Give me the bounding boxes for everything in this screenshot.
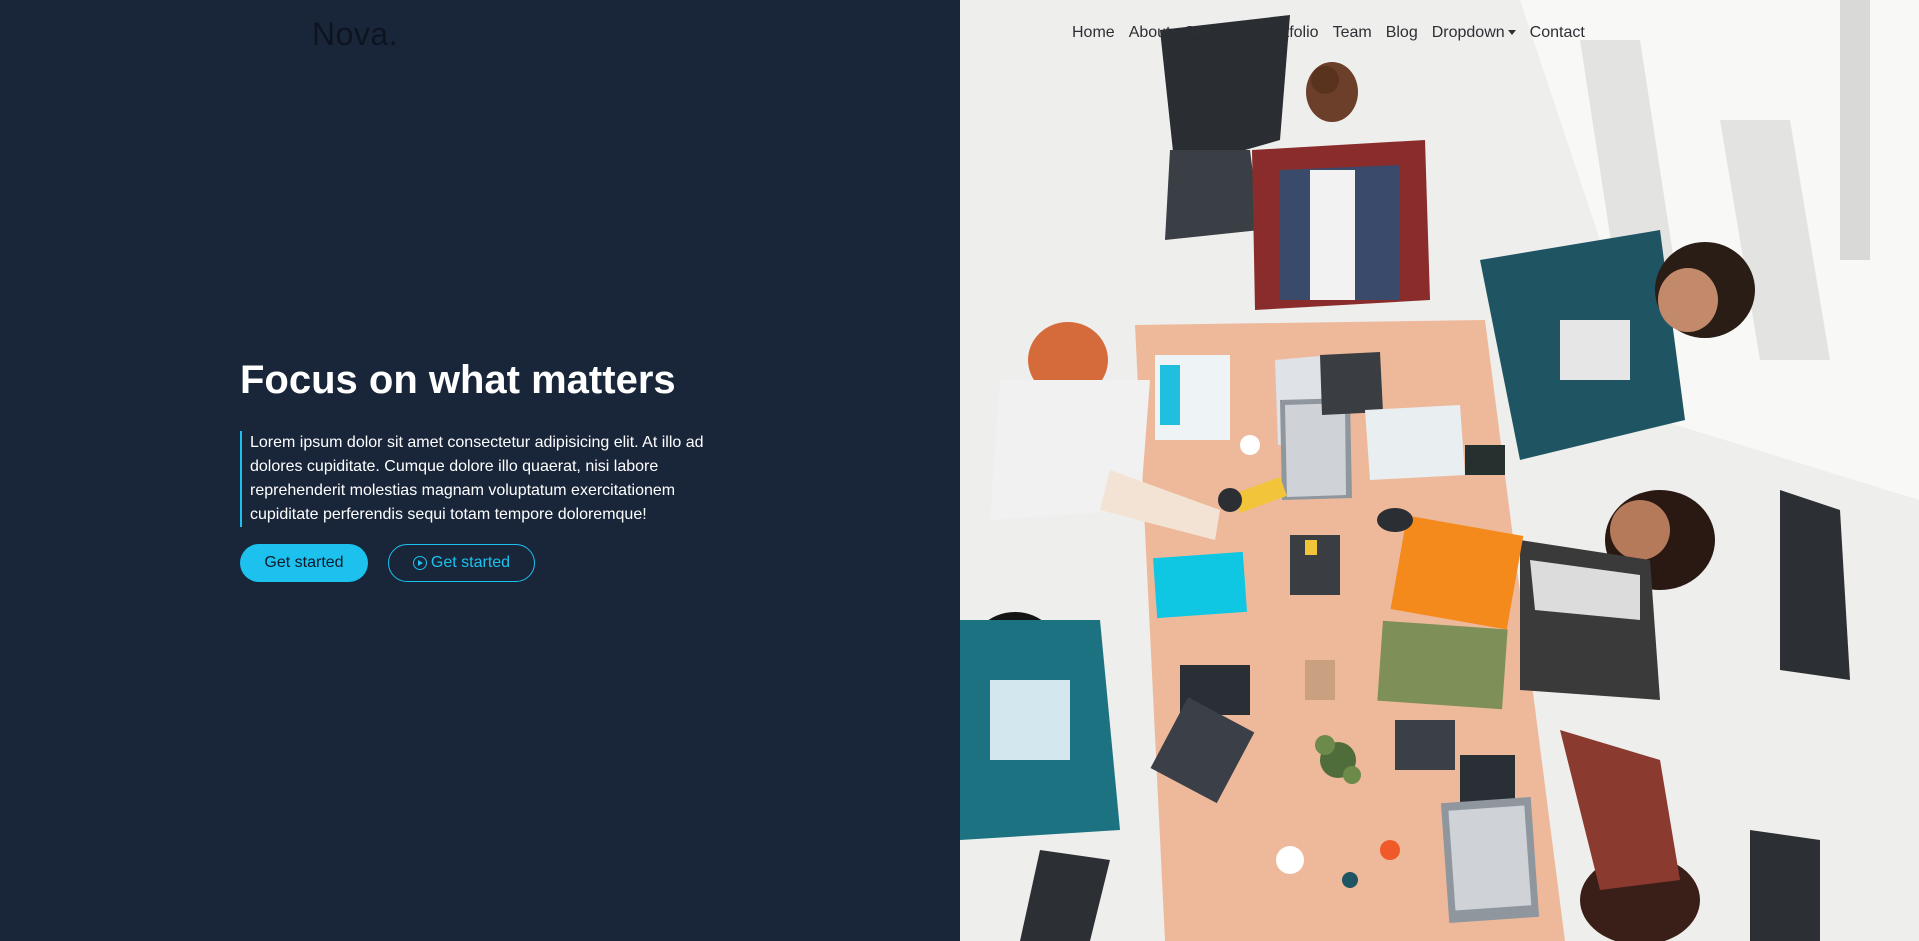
nav-item-services[interactable]: Services — [1185, 24, 1246, 42]
get-started-video-label: Get started — [430, 554, 511, 571]
brand-logo[interactable]: Nova. — [312, 16, 398, 53]
nav-item-contact[interactable]: Contact — [1530, 24, 1585, 42]
play-circle-icon — [412, 556, 427, 570]
hero-image-panel — [960, 0, 1919, 941]
nav-item-home[interactable]: Home — [1072, 24, 1115, 42]
team-meeting-photo — [960, 0, 1919, 941]
hero-description: Lorem ipsum dolor sit amet consectetur a… — [240, 431, 725, 527]
hero-title: Focus on what matters — [240, 358, 676, 402]
nav-item-team[interactable]: Team — [1333, 24, 1372, 42]
caret-down-icon — [1507, 30, 1516, 36]
page: Nova. Home About Services Portfolio Team… — [0, 0, 1919, 941]
nav-item-blog[interactable]: Blog — [1386, 24, 1418, 42]
nav-item-dropdown[interactable]: Dropdown — [1432, 24, 1516, 42]
main-nav: Home About Services Portfolio Team Blog … — [1072, 24, 1599, 42]
nav-item-dropdown-label: Dropdown — [1431, 24, 1505, 41]
get-started-video-button[interactable]: Get started — [388, 544, 535, 582]
nav-item-about[interactable]: About — [1129, 24, 1171, 42]
nav-item-portfolio[interactable]: Portfolio — [1260, 24, 1319, 42]
get-started-button[interactable]: Get started — [240, 544, 368, 582]
